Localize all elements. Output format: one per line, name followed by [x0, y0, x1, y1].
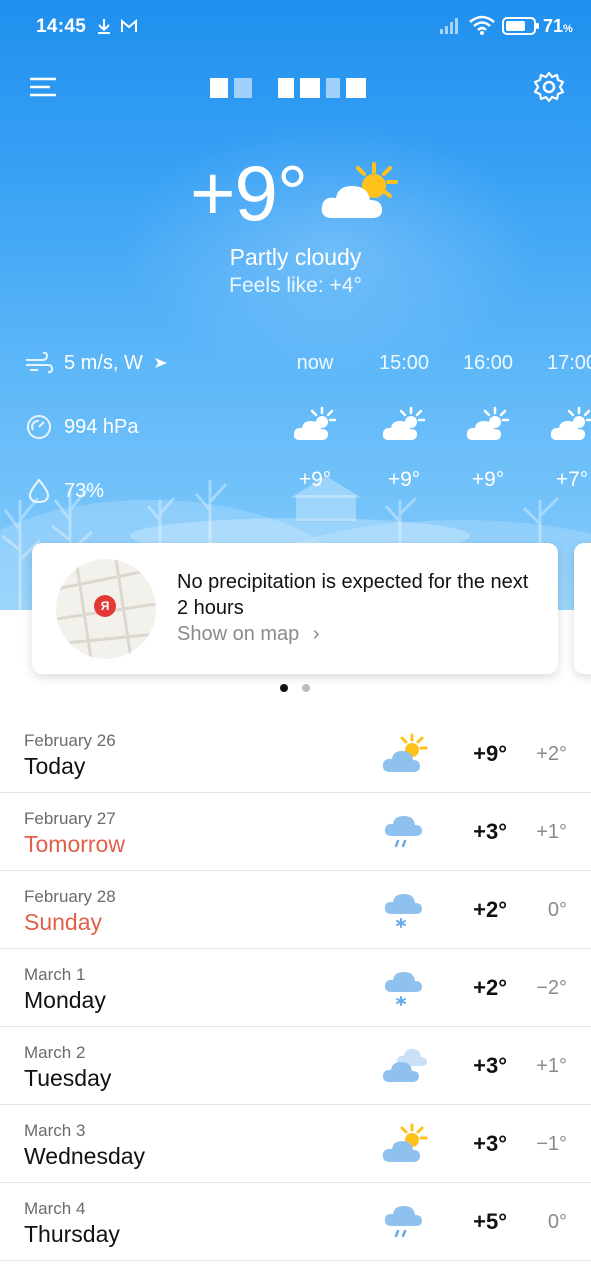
hour-item[interactable]: 15:00 +9°	[359, 348, 449, 492]
day-high-temp: +2°	[473, 975, 507, 1000]
current-condition: Partly cloudy	[229, 244, 362, 270]
hour-time: 16:00	[462, 352, 514, 374]
nowcast-card[interactable]: Я No precipitation is expected for the n…	[32, 543, 558, 674]
wind-value: 5 m/s, W	[64, 351, 143, 374]
day-high-temp: +3°	[473, 819, 507, 844]
nowcast-message: No precipitation is expected for the nex…	[177, 571, 529, 619]
signal-icon	[440, 18, 458, 34]
day-date: March 2	[24, 1043, 86, 1062]
pressure-value: 994 hPa	[64, 415, 139, 438]
day-low-temp: +1°	[536, 1055, 567, 1077]
day-high-temp: +3°	[473, 1131, 507, 1156]
hour-temp: +9°	[298, 468, 332, 491]
feels-like: Feels like: +4°	[229, 274, 362, 297]
day-date: February 26	[24, 731, 116, 750]
pressure-detail: 994 hPa	[24, 412, 139, 442]
hour-item[interactable]: now +9°	[270, 348, 360, 492]
partly-cloudy-icon	[382, 1123, 428, 1162]
humidity-value: 73%	[64, 479, 105, 502]
cloudy-icon	[382, 1049, 427, 1082]
day-name: Wednesday	[24, 1143, 146, 1169]
map-pin-icon: Я	[94, 595, 116, 617]
wind-direction-arrow-icon	[154, 358, 167, 368]
day-date: March 3	[24, 1121, 86, 1140]
hour-time: now	[296, 352, 334, 374]
day-name: Tomorrow	[24, 831, 125, 857]
day-high-temp: +3°	[473, 1053, 507, 1078]
map-thumbnail[interactable]: Я	[56, 559, 156, 659]
day-low-temp: +2°	[536, 743, 567, 765]
day-low-temp: 0°	[547, 1211, 567, 1233]
forecast-day-row[interactable]: February 26 Today +9° +2°	[0, 715, 591, 793]
partly-cloudy-icon	[382, 733, 428, 772]
rain-icon	[384, 816, 422, 848]
day-low-temp: 0°	[547, 899, 567, 921]
day-date: February 28	[24, 887, 116, 906]
day-high-temp: +5°	[473, 1209, 507, 1234]
day-name: Monday	[24, 987, 106, 1013]
hour-temp: +7°	[555, 468, 589, 491]
current-temperature: +9°	[190, 149, 308, 237]
settings-gear-icon[interactable]	[532, 70, 566, 104]
partly-cloudy-icon	[550, 406, 591, 440]
day-low-temp: +1°	[536, 821, 567, 843]
location-name-pixelated[interactable]	[210, 78, 370, 100]
status-bar: 14:45 71%	[0, 0, 591, 54]
battery-icon	[502, 17, 539, 35]
hour-time: 15:00	[378, 352, 430, 374]
partly-cloudy-icon	[382, 406, 426, 440]
battery-percent: 71%	[543, 16, 573, 36]
day-date: March 4	[24, 1199, 86, 1218]
show-on-map-link[interactable]: Show on map ›	[177, 623, 320, 646]
carousel-dot	[302, 684, 310, 692]
forecast-day-row[interactable]: March 3 Wednesday +3° −1°	[0, 1105, 591, 1183]
hour-time: 17:00	[546, 352, 591, 374]
carousel-indicator	[280, 684, 310, 692]
day-name: Tuesday	[24, 1065, 112, 1091]
day-high-temp: +9°	[473, 741, 507, 766]
day-low-temp: −1°	[536, 1133, 567, 1155]
hour-temp: +9°	[471, 468, 505, 491]
humidity-detail: 73%	[24, 476, 104, 506]
day-date: February 27	[24, 809, 116, 828]
forecast-day-row[interactable]: March 4 Thursday +5° 0°	[0, 1183, 591, 1261]
forecast-day-row[interactable]: March 1 Monday +2° −2°	[0, 949, 591, 1027]
forecast-day-row[interactable]: February 28 Sunday +2° 0°	[0, 871, 591, 949]
hour-item[interactable]: 16:00 +9°	[443, 348, 533, 492]
status-time: 14:45	[36, 16, 87, 37]
hourly-forecast[interactable]: now +9° 15:00 +9° 16:00 +9° 17:0 +7°	[270, 348, 591, 508]
hour-temp: +9°	[387, 468, 421, 491]
next-card-peek[interactable]	[574, 543, 591, 674]
partly-cloudy-icon	[321, 162, 398, 218]
download-icon	[98, 19, 110, 34]
day-date: March 1	[24, 965, 86, 984]
day-low-temp: −2°	[536, 977, 567, 999]
hour-item[interactable]: 17:00 +7°	[527, 348, 591, 492]
partly-cloudy-icon	[466, 406, 510, 440]
day-name: Today	[24, 753, 86, 779]
wind-detail: 5 m/s, W	[24, 348, 169, 378]
chevron-right-icon: ›	[312, 623, 320, 645]
daily-forecast-list: February 26 Today +9° +2° February 27 To…	[0, 715, 591, 1261]
snow-icon	[384, 972, 422, 1006]
forecast-day-row[interactable]: February 27 Tomorrow +3° +1°	[0, 793, 591, 871]
menu-icon[interactable]	[28, 72, 58, 102]
pressure-gauge-icon	[27, 415, 51, 439]
snow-icon	[384, 894, 422, 928]
day-high-temp: +2°	[473, 897, 507, 922]
forecast-day-row[interactable]: March 2 Tuesday +3° +1°	[0, 1027, 591, 1105]
day-name: Sunday	[24, 909, 103, 935]
wifi-icon	[469, 15, 495, 35]
rain-icon	[384, 1206, 422, 1238]
day-name: Thursday	[24, 1221, 120, 1247]
carousel-dot-active	[280, 684, 288, 692]
gmail-icon	[121, 18, 137, 32]
partly-cloudy-icon	[293, 406, 337, 440]
show-on-map-label: Show on map	[177, 623, 300, 645]
wind-icon	[26, 351, 54, 374]
humidity-drop-icon	[28, 478, 50, 504]
